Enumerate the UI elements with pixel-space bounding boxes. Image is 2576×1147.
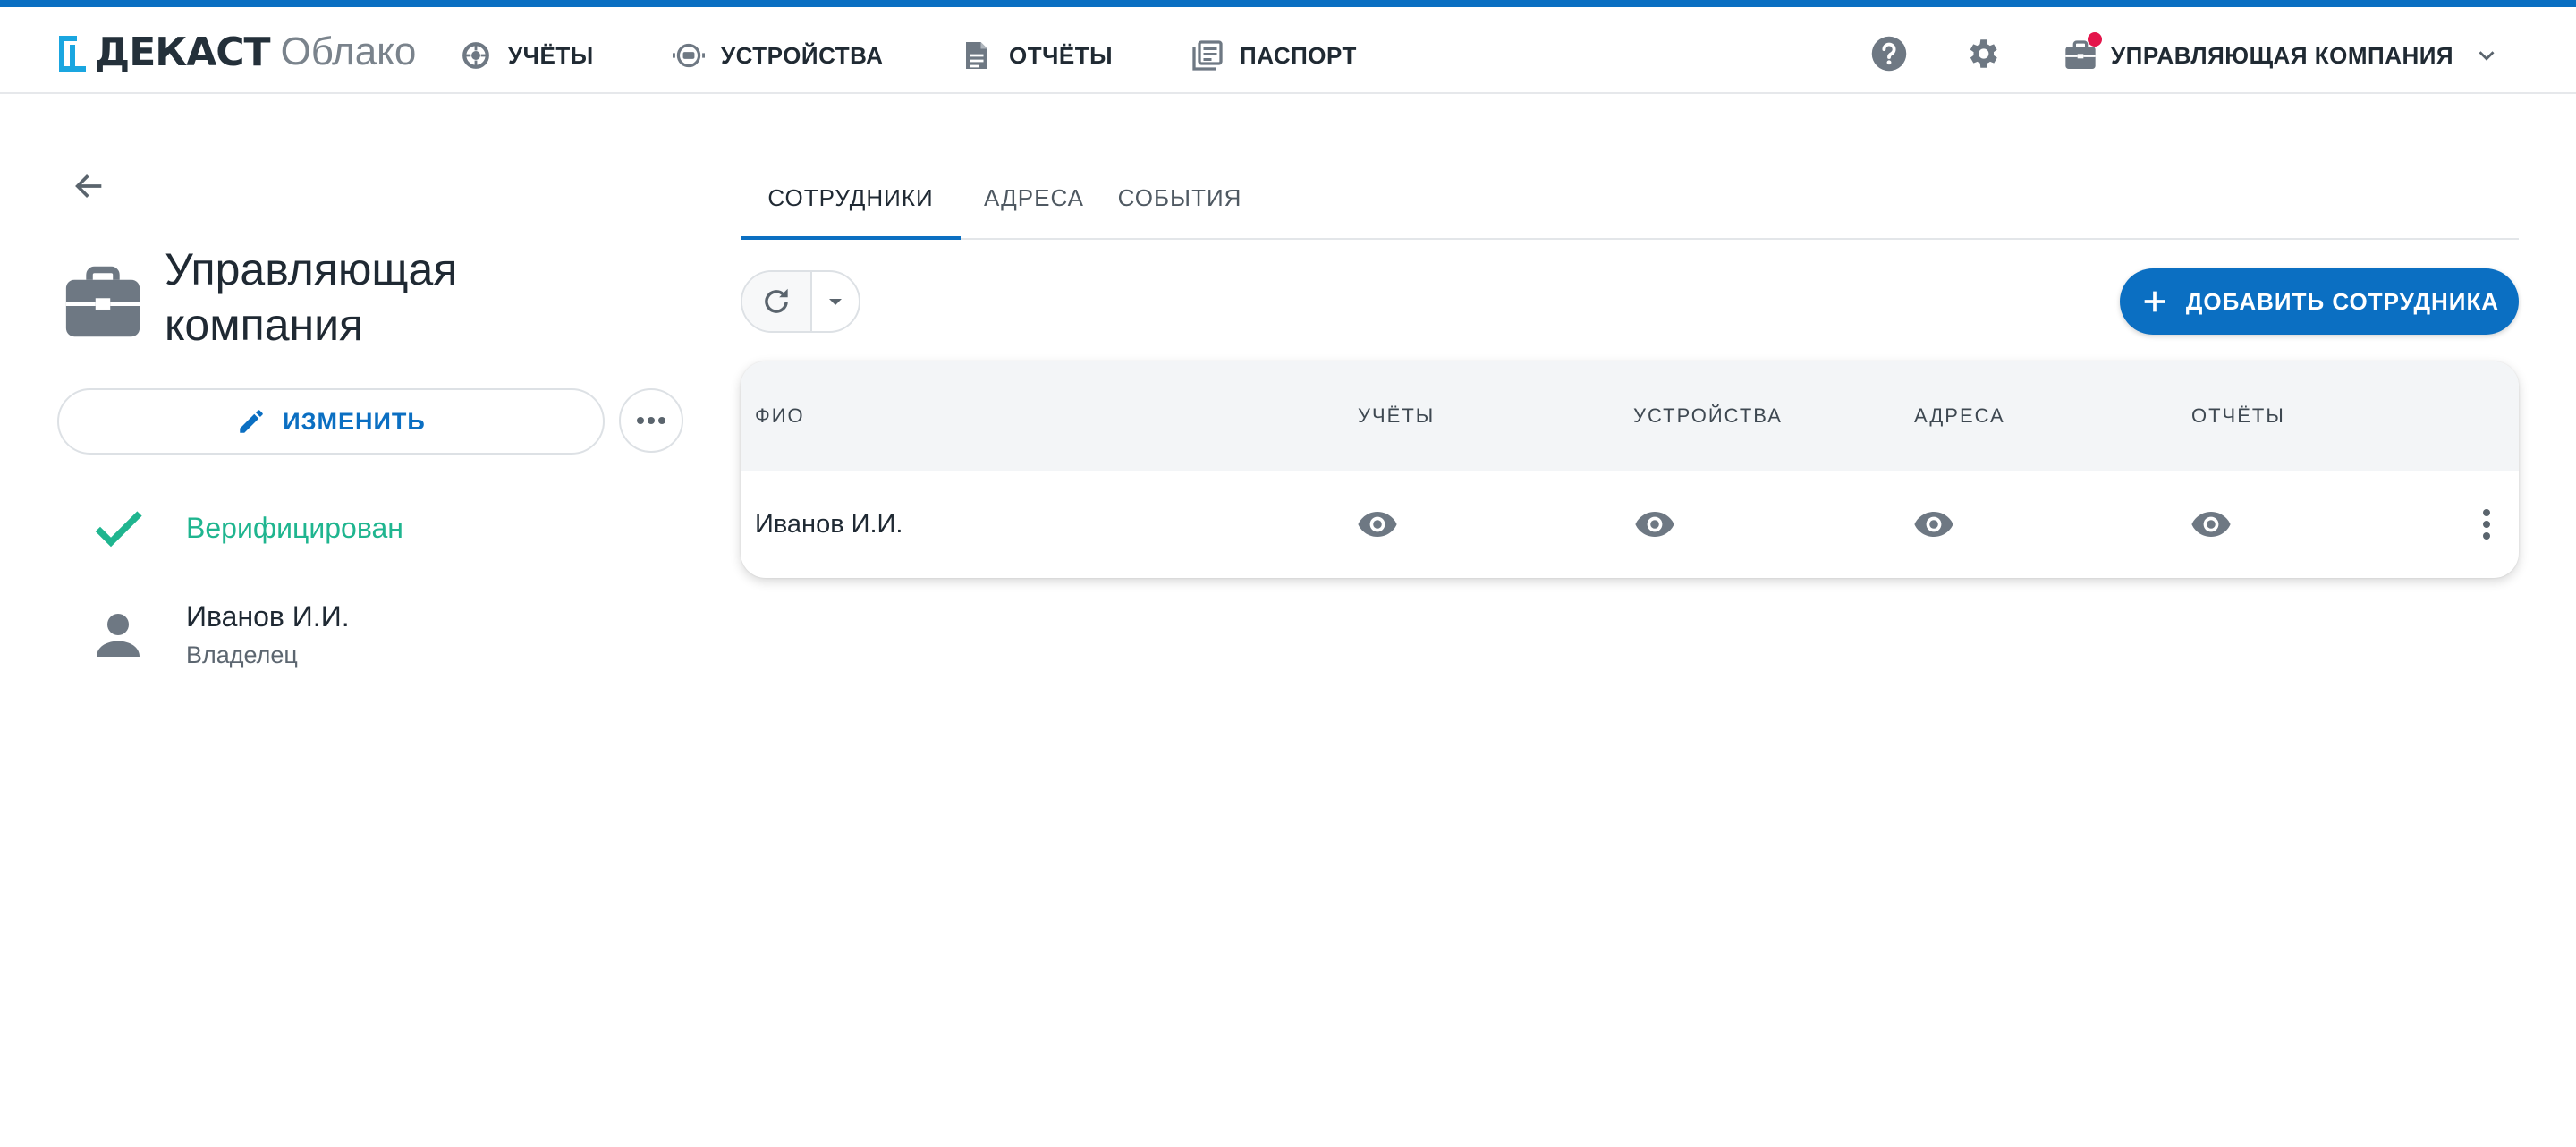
help-icon[interactable] — [1869, 34, 1909, 73]
nav-label: УЧЁТЫ — [508, 41, 594, 69]
nav-label: ПАСПОРТ — [1240, 41, 1357, 69]
more-vertical-icon — [2483, 509, 2490, 540]
edit-button-label: ИЗМЕНИТЬ — [283, 407, 426, 435]
refresh-options-dropdown[interactable] — [812, 272, 859, 331]
gear-icon[interactable] — [1962, 34, 2002, 73]
app-logo[interactable]: ДЕКАСТ Облако — [57, 27, 416, 77]
app-header: ДЕКАСТ Облако УЧЁТЫ УСТРОЙСТВА ОТЧЁТЫ ПА… — [0, 7, 2576, 94]
nav-item-reports[interactable]: ОТЧЁТЫ — [961, 29, 1113, 82]
arrow-left-icon — [75, 174, 102, 198]
refresh-button[interactable] — [742, 272, 812, 331]
cell-addresses-permission[interactable] — [1912, 471, 1955, 578]
cell-employee-name: Иванов И.И. — [755, 509, 903, 539]
add-employee-button[interactable]: ДОБАВИТЬ СОТРУДНИКА — [2120, 268, 2519, 335]
column-header-addresses[interactable]: АДРЕСА — [1914, 361, 2005, 471]
plus-icon — [2144, 291, 2165, 312]
back-button[interactable] — [64, 161, 114, 211]
verified-label: Верифицирован — [186, 511, 403, 544]
edit-button[interactable]: ИЗМЕНИТЬ — [57, 388, 605, 455]
nav-label: ОТЧЁТЫ — [1009, 41, 1114, 69]
refresh-icon — [765, 288, 788, 313]
pencil-icon — [240, 410, 263, 433]
top-accent-stripe — [0, 0, 2576, 7]
eye-icon — [1914, 512, 1953, 537]
eye-icon — [1635, 512, 1674, 537]
page-title: Управляющая компания — [165, 244, 458, 350]
device-icon — [673, 39, 705, 72]
checkmark-icon — [95, 511, 142, 548]
person-icon — [97, 614, 140, 657]
briefcase-icon — [65, 266, 140, 337]
report-icon — [961, 39, 993, 72]
briefcase-icon — [2063, 32, 2102, 73]
nav-item-devices[interactable]: УСТРОЙСТВА — [673, 29, 883, 82]
notification-dot — [2088, 32, 2102, 47]
nav-label: УСТРОЙСТВА — [721, 41, 884, 69]
caret-down-icon — [829, 299, 842, 305]
column-header-devices[interactable]: УСТРОЙСТВА — [1633, 361, 1783, 471]
cell-reports-permission[interactable] — [2190, 471, 2233, 578]
tab-addresses[interactable]: АДРЕСА — [975, 157, 1093, 238]
column-header-meters[interactable]: УЧЁТЫ — [1358, 361, 1435, 471]
tab-bar: СОТРУДНИКИ АДРЕСА СОБЫТИЯ — [741, 157, 2519, 240]
cell-meters-permission[interactable] — [1356, 471, 1399, 578]
owner-name: Иванов И.И. — [186, 600, 350, 633]
nav-item-passport[interactable]: ПАСПОРТ — [1191, 29, 1357, 82]
refresh-split-button — [741, 270, 860, 333]
employees-table: ФИО УЧЁТЫ УСТРОЙСТВА АДРЕСА ОТЧЁТЫ Ивано… — [741, 361, 2519, 578]
company-menu-label: УПРАВЛЯЮЩАЯ КОМПАНИЯ — [2111, 41, 2454, 69]
logo-brand-text: ДЕКАСТ — [95, 29, 271, 75]
passport-icon — [1191, 39, 1224, 72]
row-actions-button[interactable] — [2476, 506, 2497, 542]
table-header: ФИО УЧЁТЫ УСТРОЙСТВА АДРЕСА ОТЧЁТЫ — [741, 361, 2519, 471]
tab-employees[interactable]: СОТРУДНИКИ — [741, 157, 961, 240]
add-employee-label: ДОБАВИТЬ СОТРУДНИКА — [2185, 287, 2500, 315]
column-header-name[interactable]: ФИО — [755, 361, 805, 471]
verification-status: Верифицирован — [89, 501, 403, 555]
more-horizontal-icon — [637, 417, 665, 424]
table-row[interactable]: Иванов И.И. — [741, 471, 2519, 578]
company-menu[interactable]: УПРАВЛЯЮЩАЯ КОМПАНИЯ — [2063, 29, 2500, 82]
tab-events[interactable]: СОБЫТИЯ — [1109, 157, 1250, 238]
eye-icon — [1358, 512, 1397, 537]
logo-product-text: Облако — [280, 30, 417, 73]
logo-mark-icon — [59, 36, 86, 72]
meter-icon — [460, 39, 492, 72]
eye-icon — [2191, 512, 2231, 537]
cell-devices-permission[interactable] — [1633, 471, 1676, 578]
more-options-button[interactable] — [619, 388, 683, 453]
chevron-down-icon — [2479, 51, 2495, 61]
owner-role: Владелец — [186, 641, 298, 668]
nav-item-meters[interactable]: УЧЁТЫ — [460, 29, 594, 82]
column-header-reports[interactable]: ОТЧЁТЫ — [2191, 361, 2285, 471]
owner-info: Иванов И.И. Владелец — [89, 598, 350, 673]
